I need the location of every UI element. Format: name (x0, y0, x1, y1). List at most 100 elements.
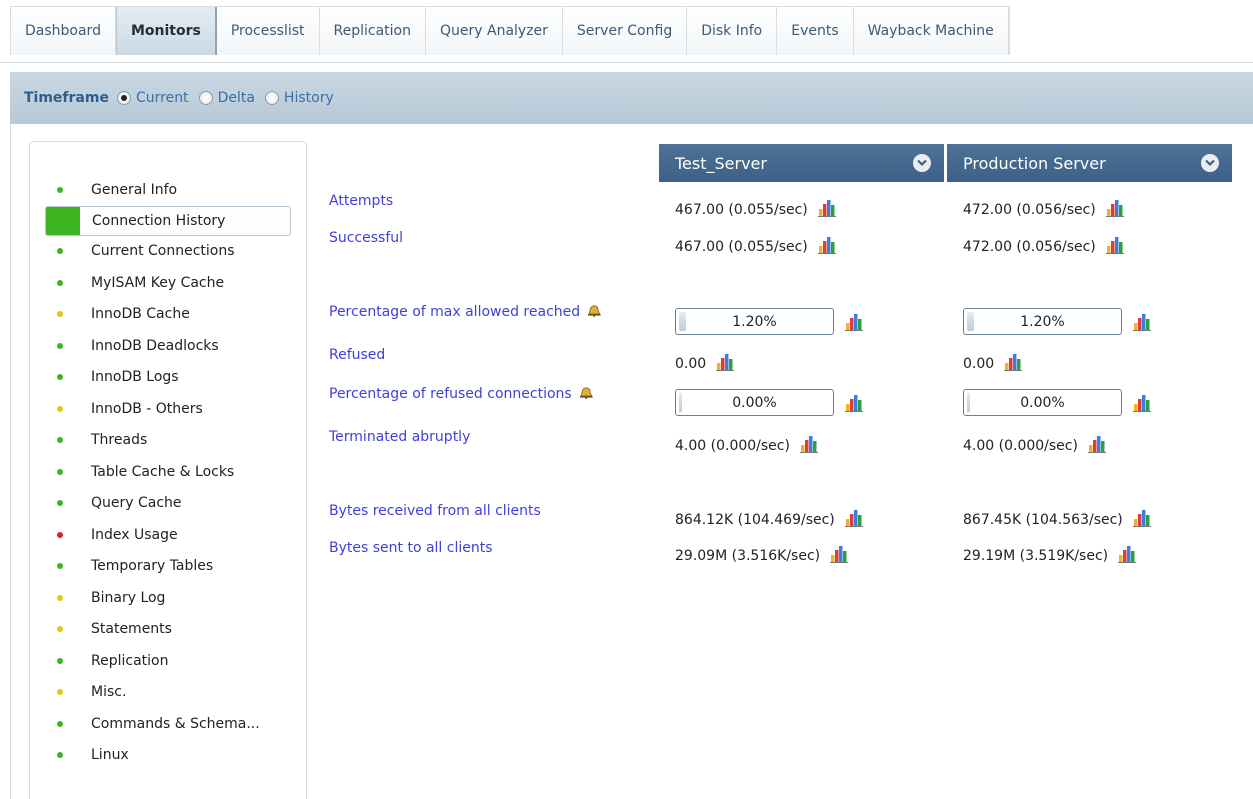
status-dot-icon (57, 342, 63, 349)
status-dot-icon (57, 626, 63, 633)
sidebar-item-label: Table Cache & Locks (91, 463, 235, 480)
sidebar-item[interactable]: InnoDB Logs (45, 362, 291, 394)
metric-label-refused[interactable]: Refused (329, 347, 385, 363)
status-dot-icon (57, 720, 63, 727)
metric-label-bytes-received[interactable]: Bytes received from all clients (329, 503, 541, 519)
status-dot-icon (57, 657, 63, 664)
timeframe-option-label: History (283, 90, 334, 106)
tab-monitors[interactable]: Monitors (115, 7, 217, 55)
timeframe-option-delta[interactable]: Delta (198, 90, 255, 106)
sidebar-item[interactable]: Connection History (45, 205, 291, 236)
sidebar-item-label: Statements (91, 621, 172, 638)
sidebar-item-label: General Info (91, 181, 178, 198)
tab-disk-info[interactable]: Disk Info (687, 7, 778, 55)
metric-value-text: 867.45K (104.563/sec) (963, 512, 1123, 528)
tab-wayback-machine[interactable]: Wayback Machine (853, 7, 1009, 55)
metric-value-text: 4.00 (0.000/sec) (675, 438, 790, 454)
metric-value-text: 472.00 (0.056/sec) (963, 202, 1096, 218)
metric-value-text: 4.00 (0.000/sec) (963, 438, 1078, 454)
bar-chart-icon[interactable] (844, 509, 865, 531)
sidebar-item-label: Commands & Schema... (91, 715, 260, 732)
metric-label-text: Percentage of max allowed reached (329, 304, 581, 320)
chevron-down-icon[interactable] (913, 154, 931, 172)
metric-value-text: 467.00 (0.055/sec) (675, 239, 808, 255)
bar-chart-icon[interactable] (1133, 394, 1153, 416)
radio-current[interactable] (116, 91, 131, 105)
bar-chart-icon[interactable] (1004, 353, 1024, 375)
sidebar-item-label: Binary Log (91, 589, 166, 606)
sidebar-item[interactable]: General Info (45, 174, 291, 206)
bar-chart-icon[interactable] (799, 435, 820, 457)
sidebar-item[interactable]: Commands & Schema... (45, 708, 291, 740)
sidebar-item[interactable]: MyISAM Key Cache (45, 267, 291, 299)
bar-chart-icon[interactable] (1132, 509, 1153, 531)
sidebar-item[interactable]: Linux (45, 740, 291, 772)
bell-icon[interactable] (578, 385, 594, 403)
sidebar-item[interactable]: InnoDB - Others (45, 393, 291, 425)
bar-chart-icon[interactable] (1087, 435, 1108, 457)
tab-replication[interactable]: Replication (319, 7, 426, 55)
sidebar-item[interactable]: Statements (45, 614, 291, 646)
status-dot-icon (57, 279, 63, 286)
gauge-value: 0.00% (732, 394, 777, 411)
timeframe-option-current[interactable]: Current (116, 90, 189, 106)
sidebar-item[interactable]: Temporary Tables (45, 551, 291, 583)
server-name: Production Server (963, 153, 1106, 173)
sidebar-item-label: Threads (91, 432, 148, 449)
metric-label-successful[interactable]: Successful (329, 230, 403, 246)
sidebar-item-label: Linux (91, 747, 129, 764)
radio-delta[interactable] (198, 91, 213, 105)
bar-chart-icon[interactable] (1133, 313, 1153, 335)
metric-label-pct-max-allowed[interactable]: Percentage of max allowed reached (329, 303, 602, 321)
server-name: Test_Server (675, 153, 767, 173)
metric-value-successful: 467.00 (0.055/sec) (675, 236, 838, 258)
metric-value-bytes-sent: 29.09M (3.516K/sec) (675, 545, 850, 567)
metric-value-terminated: 4.00 (0.000/sec) (675, 435, 820, 457)
sidebar-item[interactable]: Misc. (45, 677, 291, 709)
radio-history[interactable] (264, 91, 279, 105)
sidebar-item[interactable]: InnoDB Deadlocks (45, 330, 291, 362)
tab-bar: Dashboard Monitors Processlist Replicati… (10, 6, 1010, 55)
metric-label-attempts[interactable]: Attempts (329, 193, 393, 209)
timeframe-option-label: Current (135, 90, 189, 106)
metric-value-text: 467.00 (0.055/sec) (675, 202, 808, 218)
gauge-fill (967, 312, 974, 331)
sidebar-item[interactable]: Index Usage (45, 519, 291, 551)
bar-chart-icon[interactable] (830, 545, 850, 567)
metric-label-pct-refused[interactable]: Percentage of refused connections (329, 385, 594, 403)
bar-chart-icon[interactable] (1105, 199, 1126, 221)
bar-chart-icon[interactable] (1118, 545, 1138, 567)
bar-chart-icon[interactable] (817, 199, 838, 221)
sidebar-item[interactable]: Replication (45, 645, 291, 677)
chevron-down-icon[interactable] (1201, 154, 1219, 172)
sidebar-item[interactable]: InnoDB Cache (45, 299, 291, 331)
server-header-production-server[interactable]: Production Server (947, 144, 1232, 182)
bar-chart-icon[interactable] (845, 313, 865, 335)
tab-events[interactable]: Events (777, 7, 854, 55)
bar-chart-icon[interactable] (1105, 236, 1126, 258)
server-header-test-server[interactable]: Test_Server (659, 144, 944, 182)
bell-icon[interactable] (586, 303, 602, 321)
sidebar-item-label: Current Connections (91, 243, 235, 260)
metric-value-text: 29.19M (3.519K/sec) (963, 548, 1109, 564)
timeframe-label: Timeframe (24, 90, 109, 106)
gauge-fill (679, 393, 682, 412)
bar-chart-icon[interactable] (817, 236, 838, 258)
tab-dashboard[interactable]: Dashboard (11, 7, 116, 55)
tab-query-analyzer[interactable]: Query Analyzer (426, 7, 563, 55)
sidebar-item[interactable]: Binary Log (45, 582, 291, 614)
metric-value-refused: 0.00 (675, 353, 736, 375)
bar-chart-icon[interactable] (716, 353, 736, 375)
timeframe-option-history[interactable]: History (264, 90, 334, 106)
bar-chart-icon[interactable] (845, 394, 865, 416)
metric-label-bytes-sent[interactable]: Bytes sent to all clients (329, 540, 493, 556)
metric-value-text: 0.00 (963, 356, 995, 372)
sidebar-item[interactable]: Threads (45, 425, 291, 457)
metric-label-terminated[interactable]: Terminated abruptly (329, 429, 470, 445)
tab-server-config[interactable]: Server Config (562, 7, 688, 55)
sidebar-item[interactable]: Table Cache & Locks (45, 456, 291, 488)
tab-processlist[interactable]: Processlist (216, 7, 320, 55)
sidebar-item[interactable]: Query Cache (45, 488, 291, 520)
sidebar-item-label: MyISAM Key Cache (91, 274, 225, 291)
sidebar-item[interactable]: Current Connections (45, 236, 291, 268)
